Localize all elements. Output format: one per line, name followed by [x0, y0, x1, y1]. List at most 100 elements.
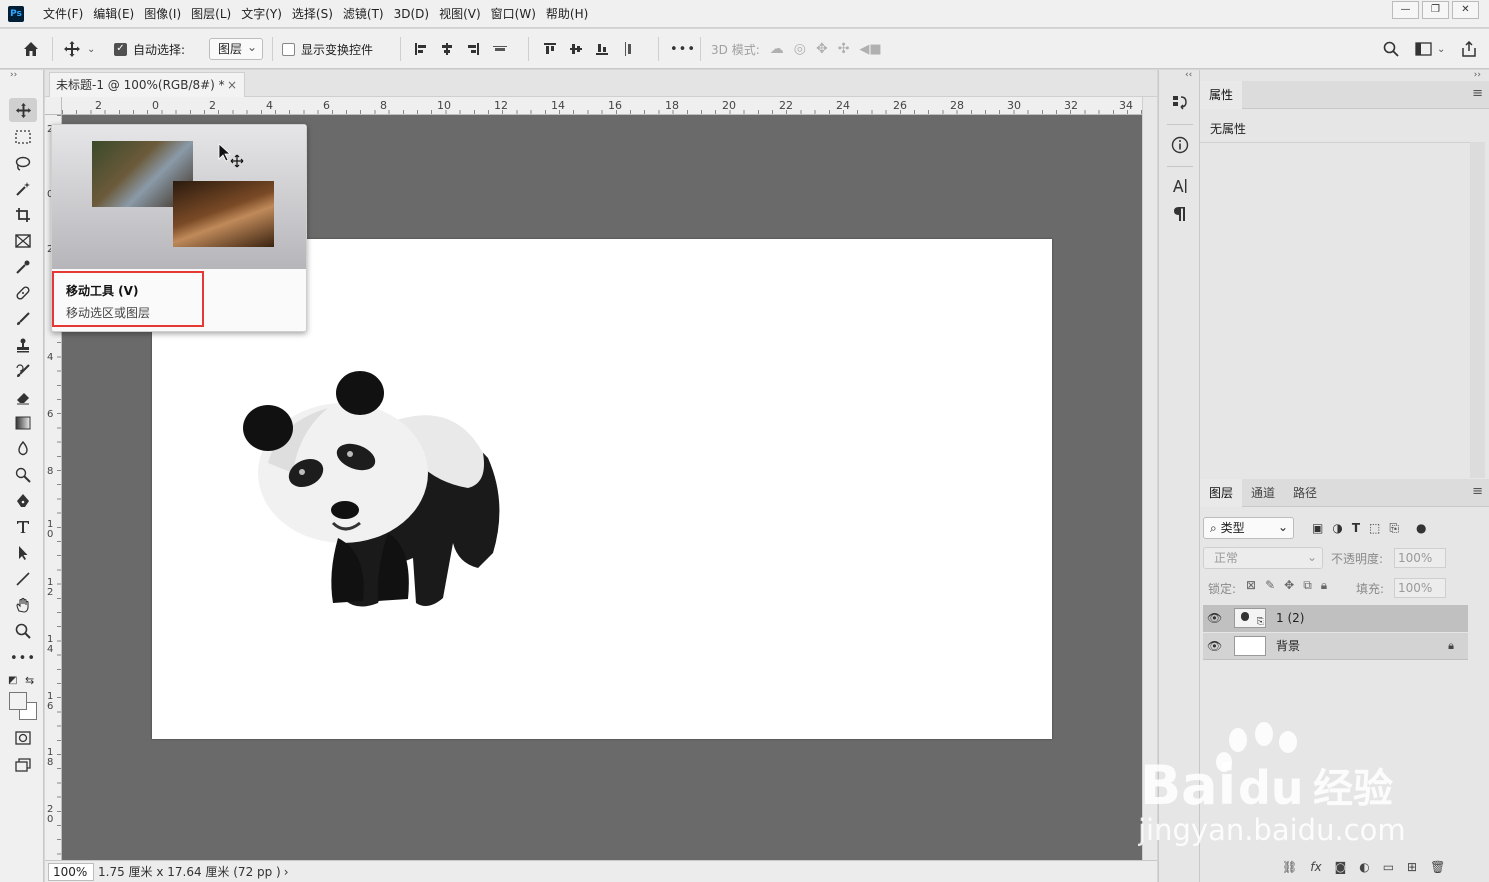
delete-layer-icon[interactable]: 🗑︎: [1430, 860, 1445, 874]
add-mask-icon[interactable]: ◙: [1335, 860, 1347, 874]
character-panel-button[interactable]: [1169, 175, 1191, 197]
new-group-icon[interactable]: ▭: [1383, 860, 1394, 874]
menu-3d[interactable]: 3D(D): [389, 0, 434, 28]
link-layers-icon[interactable]: ⛓: [1282, 860, 1297, 874]
distribute-vertical-icon[interactable]: [621, 41, 635, 57]
type-tool-button[interactable]: [9, 515, 37, 539]
blend-mode-dropdown[interactable]: 正常 ⌄: [1203, 547, 1323, 569]
lock-all-icon[interactable]: 🔒︎: [1321, 578, 1327, 593]
filter-pixel-icon[interactable]: ▣: [1312, 521, 1323, 535]
edit-toolbar-button[interactable]: •••: [9, 646, 37, 670]
align-top-icon[interactable]: [543, 42, 557, 56]
collapse-toolbar-icon[interactable]: ››: [10, 70, 17, 80]
properties-tab[interactable]: 属性: [1200, 81, 1243, 109]
zoom-level-input[interactable]: 100%: [48, 862, 94, 881]
expand-panels-icon[interactable]: ››: [1474, 70, 1481, 80]
menu-image[interactable]: 图像(I): [139, 0, 186, 28]
crop-tool-button[interactable]: [9, 203, 37, 227]
restore-button[interactable]: ❐: [1422, 1, 1449, 19]
properties-scrollbar[interactable]: [1470, 142, 1485, 478]
path-selection-tool-button[interactable]: [9, 541, 37, 565]
filter-shape-icon[interactable]: ⬚: [1369, 521, 1380, 535]
quick-mask-button[interactable]: [9, 726, 37, 750]
menu-window[interactable]: 窗口(W): [486, 0, 541, 28]
paragraph-panel-button[interactable]: [1169, 203, 1191, 225]
magic-wand-tool-button[interactable]: [9, 177, 37, 201]
frame-tool-button[interactable]: [9, 229, 37, 253]
close-button[interactable]: ✕: [1452, 1, 1479, 19]
filter-adjustment-icon[interactable]: ◑: [1332, 521, 1342, 535]
move-tool-button[interactable]: [9, 98, 37, 122]
filter-type-icon[interactable]: T: [1352, 521, 1360, 535]
ruler-origin[interactable]: [45, 97, 62, 115]
marquee-tool-button[interactable]: [9, 125, 37, 149]
tab-channels[interactable]: 通道: [1242, 479, 1284, 507]
home-button[interactable]: [22, 29, 40, 69]
lock-image-icon[interactable]: ✎: [1265, 578, 1275, 593]
menu-type[interactable]: 文字(Y): [236, 0, 287, 28]
align-horizontal-center-icon[interactable]: [440, 42, 454, 56]
minimize-button[interactable]: —: [1392, 1, 1419, 19]
align-left-icon[interactable]: [414, 42, 428, 56]
visibility-eye-icon[interactable]: 👁︎: [1207, 639, 1222, 653]
screen-mode-button[interactable]: [9, 753, 37, 777]
default-colors-icon[interactable]: ◩: [8, 675, 17, 686]
align-right-icon[interactable]: [466, 42, 480, 56]
clone-stamp-tool-button[interactable]: [9, 333, 37, 357]
close-tab-icon[interactable]: ×: [227, 73, 237, 97]
layer-row[interactable]: 👁︎ ⎘ 1 (2): [1203, 605, 1468, 632]
dodge-tool-button[interactable]: [9, 463, 37, 487]
line-tool-button[interactable]: [9, 567, 37, 591]
menu-view[interactable]: 视图(V): [434, 0, 486, 28]
share-icon[interactable]: [1461, 41, 1477, 57]
lasso-tool-button[interactable]: [9, 151, 37, 175]
info-panel-button[interactable]: [1169, 134, 1191, 156]
fill-input[interactable]: 100%: [1394, 578, 1446, 598]
blur-tool-button[interactable]: [9, 437, 37, 461]
gradient-tool-button[interactable]: [9, 411, 37, 435]
align-bottom-icon[interactable]: [595, 42, 609, 56]
layer-row[interactable]: 👁︎ 背景 🔒︎: [1203, 633, 1468, 660]
move-tool-preset-picker[interactable]: ⌄: [63, 29, 95, 69]
foreground-color-swatch[interactable]: [9, 692, 27, 710]
filter-smart-object-icon[interactable]: ⎘: [1389, 521, 1399, 536]
tab-layers[interactable]: 图层: [1200, 479, 1243, 507]
menu-edit[interactable]: 编辑(E): [88, 0, 139, 28]
eyedropper-tool-button[interactable]: [9, 255, 37, 279]
menu-select[interactable]: 选择(S): [287, 0, 338, 28]
panda-image[interactable]: [238, 363, 538, 623]
distribute-icon[interactable]: [492, 42, 508, 56]
history-panel-button[interactable]: [1169, 92, 1191, 114]
adjustment-layer-icon[interactable]: ◐: [1359, 860, 1369, 874]
horizontal-ruler[interactable]: 2 0 2 4 6 8 10 12 14 16 18 20 22 24 26 28 30 32 34: [62, 97, 1142, 115]
more-options-button[interactable]: •••: [670, 29, 696, 69]
panel-menu-icon[interactable]: ≡: [1472, 484, 1483, 499]
opacity-input[interactable]: 100%: [1394, 548, 1446, 568]
visibility-eye-icon[interactable]: 👁︎: [1207, 611, 1222, 625]
workspace-icon[interactable]: ⌄: [1415, 42, 1445, 56]
tab-paths[interactable]: 路径: [1284, 479, 1326, 507]
lock-position-icon[interactable]: ✥: [1284, 578, 1294, 593]
vertical-scrollbar[interactable]: [1142, 97, 1157, 860]
auto-select-target-dropdown[interactable]: 图层: [209, 37, 264, 60]
history-brush-tool-button[interactable]: [9, 359, 37, 383]
filter-toggle-icon[interactable]: ●: [1416, 521, 1426, 535]
menu-file[interactable]: 文件(F): [38, 0, 88, 28]
hand-tool-button[interactable]: [9, 593, 37, 617]
collapse-strip-icon[interactable]: ‹‹: [1185, 70, 1192, 80]
menu-layer[interactable]: 图层(L): [186, 0, 236, 28]
align-vertical-center-icon[interactable]: [569, 42, 583, 56]
layer-style-icon[interactable]: fx: [1310, 860, 1321, 874]
zoom-tool-button[interactable]: [9, 619, 37, 643]
menu-filter[interactable]: 滤镜(T): [338, 0, 389, 28]
auto-select-checkbox[interactable]: ✓: [114, 42, 127, 56]
eraser-tool-button[interactable]: [9, 385, 37, 409]
panel-menu-icon[interactable]: ≡: [1472, 86, 1483, 101]
menu-help[interactable]: 帮助(H): [541, 0, 593, 28]
document-info-arrow-icon[interactable]: ›: [284, 865, 289, 879]
document-tab[interactable]: 未标题-1 @ 100%(RGB/8#) * ×: [49, 72, 245, 97]
lock-transparent-icon[interactable]: ⊠: [1246, 578, 1256, 593]
lock-artboard-icon[interactable]: ⧉: [1303, 578, 1312, 593]
layer-filter-dropdown[interactable]: ⌕ 类型 ⌄: [1203, 517, 1294, 539]
brush-tool-button[interactable]: [9, 307, 37, 331]
